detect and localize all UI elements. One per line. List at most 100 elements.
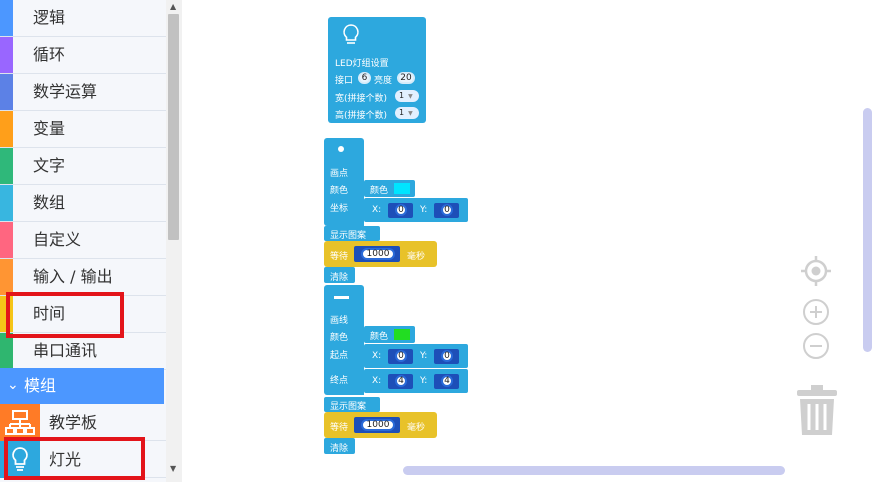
coordinate-block[interactable]: X: 0 Y: 0	[364, 198, 468, 222]
sitemap-icon	[0, 404, 40, 441]
category-arrays[interactable]: 数组	[0, 185, 166, 222]
end-x-label: X:	[372, 376, 382, 386]
category-input-output[interactable]: 输入 / 输出	[0, 259, 166, 296]
category-serial[interactable]: 串口通讯	[0, 333, 166, 370]
scroll-down-icon[interactable]: ▼	[170, 464, 176, 474]
show-pattern-block[interactable]: 显示图案	[324, 397, 380, 412]
end-y-label: Y:	[420, 376, 428, 386]
color-picker-block[interactable]: 颜色	[364, 180, 415, 197]
led-setup-block[interactable]: LED灯组设置 接口 6 亮度 20 宽(拼接个数) 1 ▼ 高(拼接个数) 1 ▼	[328, 17, 426, 123]
app-root: 逻辑 循环 数学运算 变量 文字 数组 自定义 输入 / 输出 时间 串口通讯 …	[0, 0, 879, 482]
port-value[interactable]: 6	[358, 72, 371, 84]
show-pattern-label: 显示图案	[330, 402, 367, 412]
start-x-value[interactable]: 0	[395, 350, 407, 362]
wait-block[interactable]: 等待 1000 毫秒	[324, 241, 437, 267]
category-label: 自定义	[33, 230, 82, 249]
highlight-time	[6, 292, 124, 338]
wait-value[interactable]: 1000	[361, 419, 395, 431]
x-value[interactable]: 0	[395, 204, 407, 216]
category-label: 文字	[33, 156, 66, 175]
brightness-label: 亮度	[374, 76, 393, 86]
category-label: 变量	[33, 119, 66, 138]
show-pattern-block[interactable]: 显示图案	[324, 226, 380, 241]
end-label: 终点	[330, 376, 349, 386]
workspace-horizontal-scrollbar[interactable]	[403, 466, 785, 475]
category-color-stripe	[0, 222, 13, 258]
lightbulb-icon	[340, 23, 362, 50]
show-pattern-label: 显示图案	[330, 231, 367, 241]
trash-icon[interactable]	[794, 383, 840, 441]
start-x-label: X:	[372, 351, 382, 361]
sidebar-scrollbar[interactable]: ▲ ▼	[166, 0, 182, 482]
start-y-value[interactable]: 0	[441, 350, 453, 362]
coord-label: 坐标	[330, 204, 349, 214]
width-value: 1	[399, 91, 405, 100]
module-group-label: 模组	[24, 376, 57, 395]
width-dropdown[interactable]: 1 ▼	[395, 90, 419, 102]
category-custom[interactable]: 自定义	[0, 222, 166, 259]
category-color-stripe	[0, 185, 13, 221]
start-label: 起点	[330, 351, 349, 361]
module-label: 教学板	[49, 413, 98, 432]
wait-unit: 毫秒	[407, 252, 426, 262]
y-label: Y:	[420, 205, 428, 215]
color-swatch-green[interactable]	[394, 329, 410, 340]
height-value: 1	[399, 108, 405, 117]
module-teaching-board[interactable]: 教学板	[0, 404, 166, 441]
end-y-value[interactable]: 4	[441, 375, 453, 387]
scroll-up-icon[interactable]: ▲	[170, 2, 176, 12]
end-coordinate-block[interactable]: X: 4 Y: 4	[364, 369, 468, 393]
start-y-label: Y:	[420, 351, 428, 361]
category-variables[interactable]: 变量	[0, 111, 166, 148]
category-color-stripe	[0, 333, 13, 369]
port-label: 接口	[335, 76, 354, 86]
category-color-stripe	[0, 259, 13, 295]
block-workspace[interactable]: LED灯组设置 接口 6 亮度 20 宽(拼接个数) 1 ▼ 高(拼接个数) 1 ▼…	[182, 0, 879, 482]
draw-point-title: 画点	[330, 169, 349, 179]
zoom-in-icon[interactable]	[802, 298, 830, 330]
category-label: 循环	[33, 45, 66, 64]
zoom-out-icon[interactable]	[802, 332, 830, 364]
category-logic[interactable]: 逻辑	[0, 0, 166, 37]
chevron-down-icon: ▼	[408, 110, 413, 117]
wait-label: 等待	[330, 252, 349, 262]
color-picker-block[interactable]: 颜色	[364, 326, 415, 343]
crosshair-icon[interactable]	[799, 254, 833, 292]
category-label: 输入 / 输出	[33, 267, 113, 286]
module-group-header[interactable]: ⌄ 模组	[0, 368, 164, 404]
led-setup-title: LED灯组设置	[335, 59, 389, 69]
category-math[interactable]: 数学运算	[0, 74, 166, 111]
chevron-down-icon: ▼	[408, 93, 413, 100]
wait-value[interactable]: 1000	[361, 248, 395, 260]
category-label: 数学运算	[33, 82, 98, 101]
height-dropdown[interactable]: 1 ▼	[395, 107, 419, 119]
clear-block[interactable]: 清除	[324, 267, 355, 283]
clear-label: 清除	[330, 444, 349, 454]
highlight-lighting	[4, 437, 145, 480]
clear-label: 清除	[330, 273, 349, 283]
category-label: 逻辑	[33, 8, 66, 27]
workspace-vertical-scrollbar[interactable]	[863, 108, 872, 352]
height-label: 高(拼接个数)	[335, 111, 388, 121]
wait-block[interactable]: 等待 1000 毫秒	[324, 412, 437, 438]
start-coordinate-block[interactable]: X: 0 Y: 0	[364, 344, 468, 368]
clear-block[interactable]: 清除	[324, 438, 355, 454]
brightness-value[interactable]: 20	[397, 72, 415, 84]
end-x-value[interactable]: 4	[395, 375, 407, 387]
color-swatch-cyan[interactable]	[394, 183, 410, 194]
sidebar-scrollbar-thumb[interactable]	[168, 14, 179, 240]
y-value[interactable]: 0	[441, 204, 453, 216]
category-color-stripe	[0, 37, 13, 73]
category-text[interactable]: 文字	[0, 148, 166, 185]
category-label: 数组	[33, 193, 66, 212]
draw-line-block[interactable]: 画线 颜色 起点 终点	[324, 285, 364, 395]
draw-point-block[interactable]: 画点 颜色 坐标	[324, 138, 364, 226]
color-inner-label: 颜色	[370, 186, 389, 196]
wait-unit: 毫秒	[407, 423, 426, 433]
dot-icon	[338, 146, 344, 152]
wait-label: 等待	[330, 423, 349, 433]
category-sidebar: 逻辑 循环 数学运算 变量 文字 数组 自定义 输入 / 输出 时间 串口通讯 …	[0, 0, 166, 482]
width-label: 宽(拼接个数)	[335, 94, 388, 104]
category-loop[interactable]: 循环	[0, 37, 166, 74]
color-inner-label: 颜色	[370, 332, 389, 342]
